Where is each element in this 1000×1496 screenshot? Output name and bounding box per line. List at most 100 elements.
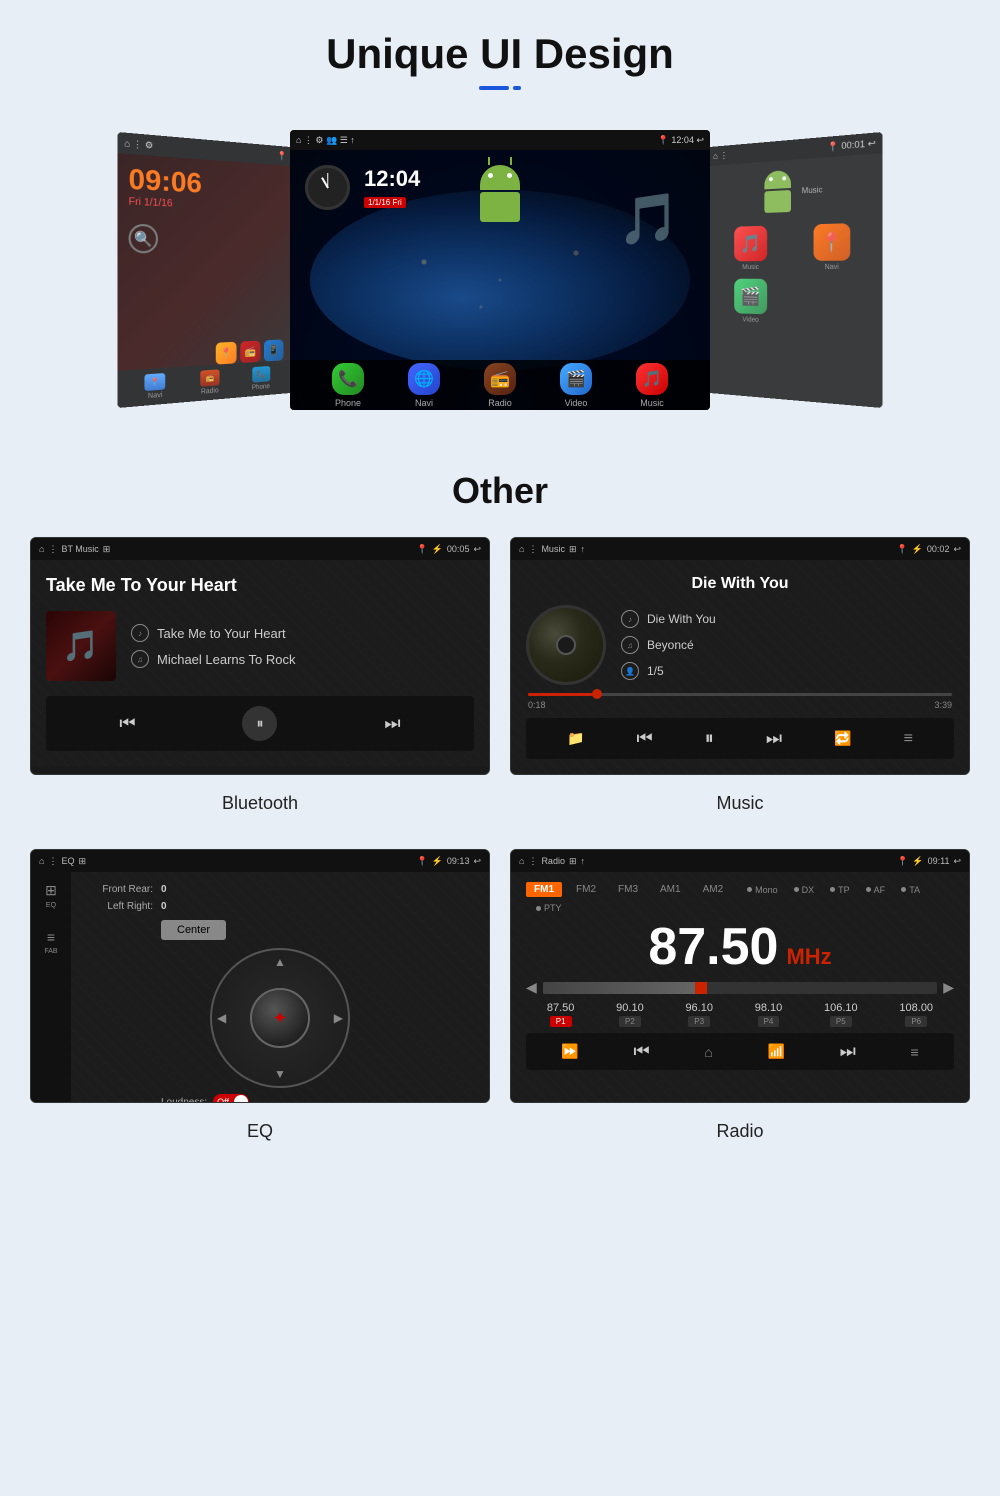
radio-card: ⌂ ⋮ Radio ⊞ ↑ 📍 ⚡ 09:11 ↩ FM1 FM2 FM3 AM… (510, 849, 970, 1103)
right-body: Music 🎵 Music 📍 Navi 🎬 Video (708, 153, 882, 408)
radio-preset-4[interactable]: 98.10 P4 (755, 1002, 783, 1027)
eq-sidebar-fab[interactable]: ≡ FAB (44, 929, 57, 955)
eq-menu-icon: ⋮ (48, 856, 57, 867)
center-body: 12:04 1/1/16 Fri 🎵 (290, 150, 710, 410)
music-track-row: ♪ Die With You (621, 610, 716, 628)
eq-front-rear-row: Front Rear: 0 (83, 884, 477, 895)
left-status-right: 📍 (277, 150, 287, 161)
radio-list-icon[interactable]: ≡ (910, 1044, 918, 1060)
radio-controls: ⏩ ⏮ ⌂ 📶 ⏭ ≡ (526, 1033, 954, 1070)
radio-time: 09:11 (928, 856, 950, 866)
center-time-text: 12:04 (364, 166, 420, 192)
music-track-name: Die With You (647, 612, 716, 626)
af-label: AF (874, 885, 886, 895)
right-robot-body (764, 190, 791, 213)
navi-app-label: Navi (415, 398, 433, 408)
radio-prev-button[interactable]: ⏮ (633, 1041, 649, 1062)
radio-freq-slider[interactable] (543, 982, 937, 994)
album-center-circle (556, 635, 576, 655)
left-time: 09:06 (129, 165, 284, 202)
radio-band-fm1[interactable]: FM1 (526, 882, 562, 897)
radio-preset-1[interactable]: 87.50 P1 (547, 1002, 575, 1027)
eq-sidebar-eq[interactable]: ⊞ EQ (45, 882, 57, 909)
eq-loudness-toggle[interactable]: Off (213, 1094, 249, 1103)
right-robot-area: Music (717, 165, 872, 215)
header: Unique UI Design (0, 0, 1000, 110)
bt-pause-button[interactable]: ⏸ (242, 706, 277, 741)
radio-status-bar: ⌂ ⋮ Radio ⊞ ↑ 📍 ⚡ 09:11 ↩ (511, 850, 969, 872)
robot-eye-left (488, 173, 493, 178)
underline-bar-short (513, 86, 521, 90)
eq-left-right-val: 0 (161, 901, 167, 912)
navi-label: Navi (148, 392, 163, 400)
radio-preset-3[interactable]: 96.10 P3 (685, 1002, 713, 1027)
eq-left-right-label: Left Right: (83, 901, 153, 912)
pty-dot (536, 906, 541, 911)
music-list-icon[interactable]: ≡ (904, 730, 913, 748)
bt-song-title: Take Me To Your Heart (46, 575, 474, 596)
app-icon-radio-left: 📻 (240, 341, 260, 364)
music-next-button[interactable]: ⏭ (766, 728, 782, 749)
music-song-title: Die With You (526, 575, 954, 593)
robot-antenna-left (488, 157, 490, 165)
bt-screen-icon: ⊞ (103, 544, 111, 555)
eq-back-icon: ↩ (473, 856, 481, 867)
preset-5-label: P5 (830, 1016, 852, 1027)
bt-label: BT Music (61, 544, 98, 554)
preset-6-label: P6 (905, 1016, 927, 1027)
music-app-icon: 🎵 (636, 363, 668, 395)
radio-band-am2[interactable]: AM2 (695, 882, 732, 897)
bt-back-icon: ↩ (473, 544, 481, 555)
eq-arrow-up[interactable]: ▲ (274, 955, 286, 969)
bt-artist: Michael Learns To Rock (157, 652, 296, 667)
eq-sidebar-eq-label: EQ (46, 902, 56, 909)
radio-preset-5[interactable]: 106.10 P5 (824, 1002, 858, 1027)
dx-label: DX (802, 885, 815, 895)
eq-arrow-right[interactable]: ▶ (334, 1011, 343, 1025)
radio-band-am1[interactable]: AM1 (652, 882, 689, 897)
eq-arrow-left[interactable]: ◀ (217, 1011, 226, 1025)
search-icon: 🔍 (129, 224, 159, 254)
music-detail-list: ♪ Die With You ♫ Beyoncé 👤 1/5 (621, 610, 716, 680)
radio-band-fm3[interactable]: FM3 (610, 882, 646, 897)
bt-status-right: 📍 ⚡ 00:05 ↩ (416, 544, 481, 555)
radio-wifi-icon: ↑ (581, 856, 586, 866)
music-repeat-icon[interactable]: 🔁 (834, 730, 851, 747)
preset-5-freq: 106.10 (824, 1002, 858, 1014)
bt-album-art: 🎵 (46, 611, 116, 681)
eq-joystick-icon: ✦ (272, 1008, 287, 1029)
bt-next-button[interactable]: ⏭ (384, 713, 400, 734)
eq-status-left: ⌂ ⋮ EQ ⊞ (39, 856, 86, 867)
music-folder-icon[interactable]: 📁 (567, 730, 584, 747)
music-home-icon: ⌂ (519, 544, 524, 554)
music-pause-button[interactable]: ⏸ (705, 728, 714, 749)
phone-icon-shape: 📞 (252, 366, 270, 383)
music-artist-row: ♫ Beyoncé (621, 636, 716, 654)
right-status-right: 📍 00:01 ↩ (827, 137, 875, 152)
right-android-robot (759, 170, 797, 214)
eq-center-button[interactable]: Center (161, 920, 226, 940)
bt-status-left: ⌂ ⋮ BT Music ⊞ (39, 544, 110, 555)
caption-row-1: Bluetooth Music (0, 785, 1000, 834)
bt-controls: ⏮ ⏸ ⏭ (46, 696, 474, 751)
radio-ctrl-1[interactable]: ⏩ (561, 1043, 578, 1060)
radio-next-freq[interactable]: ▶ (943, 979, 954, 996)
ta-dot (901, 887, 906, 892)
bt-status-bar: ⌂ ⋮ BT Music ⊞ 📍 ⚡ 00:05 ↩ (31, 538, 489, 560)
radio-home-ctrl[interactable]: ⌂ (704, 1044, 712, 1060)
music-prev-button[interactable]: ⏮ (637, 728, 653, 749)
radio-band-fm2[interactable]: FM2 (568, 882, 604, 897)
bt-prev-button[interactable]: ⏮ (119, 713, 135, 734)
radio-opt-pty: PTY (536, 903, 562, 913)
eq-joystick-center[interactable]: ✦ (250, 988, 310, 1048)
eq-arrow-down[interactable]: ▼ (274, 1067, 286, 1081)
music-tracknum-row: 👤 1/5 (621, 662, 716, 680)
radio-preset-6[interactable]: 108.00 P6 (899, 1002, 933, 1027)
preset-2-freq: 90.10 (616, 1002, 644, 1014)
bt-menu-icon: ⋮ (48, 544, 57, 555)
music-track-num: 1/5 (647, 664, 664, 678)
radio-preset-2[interactable]: 90.10 P2 (616, 1002, 644, 1027)
radio-next-button[interactable]: ⏭ (840, 1041, 856, 1062)
radio-prev-freq[interactable]: ◀ (526, 979, 537, 996)
progress-fill (528, 693, 592, 696)
